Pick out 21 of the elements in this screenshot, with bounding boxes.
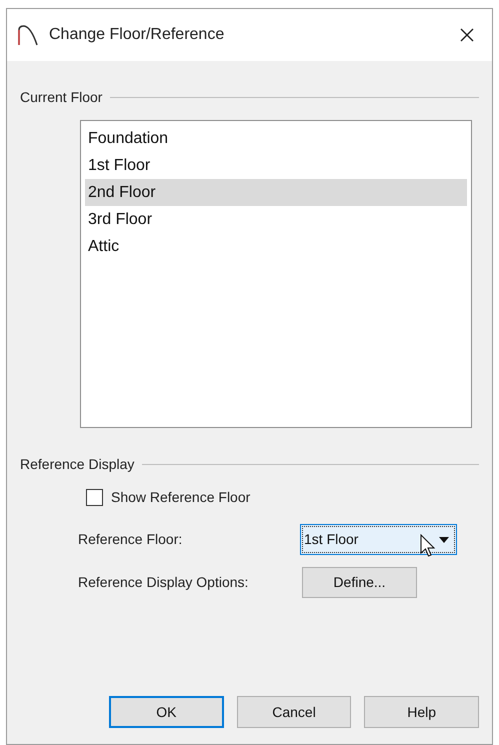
floor-list-item[interactable]: 1st Floor (85, 152, 467, 179)
dialog-button[interactable]: Cancel (236, 696, 352, 728)
window-title: Change Floor/Reference (49, 25, 224, 45)
floor-list-item[interactable]: Foundation (85, 125, 467, 152)
field-label: Reference Floor: (78, 530, 184, 549)
dialog-button[interactable]: Help (364, 696, 479, 728)
close-icon (459, 27, 475, 43)
field-label: Reference Display Options: (78, 573, 250, 592)
dropdown-arrow-icon (439, 536, 449, 542)
define-button[interactable]: Define... (302, 567, 417, 598)
floor-list-item[interactable]: 2nd Floor (85, 179, 467, 206)
mouse-pointer-icon (420, 534, 436, 558)
arch-logo-icon (17, 24, 39, 46)
reference-floor-dropdown[interactable]: 1st Floor (300, 524, 457, 555)
floor-list-item[interactable]: Attic (85, 233, 467, 260)
group-label: Current Floor (20, 88, 102, 107)
dialog-button[interactable]: OK (109, 696, 224, 728)
checkbox[interactable] (86, 489, 103, 506)
checkbox-label: Show Reference Floor (111, 488, 250, 507)
floor-list-item[interactable]: 3rd Floor (85, 206, 467, 233)
group-label: Reference Display (20, 455, 134, 474)
